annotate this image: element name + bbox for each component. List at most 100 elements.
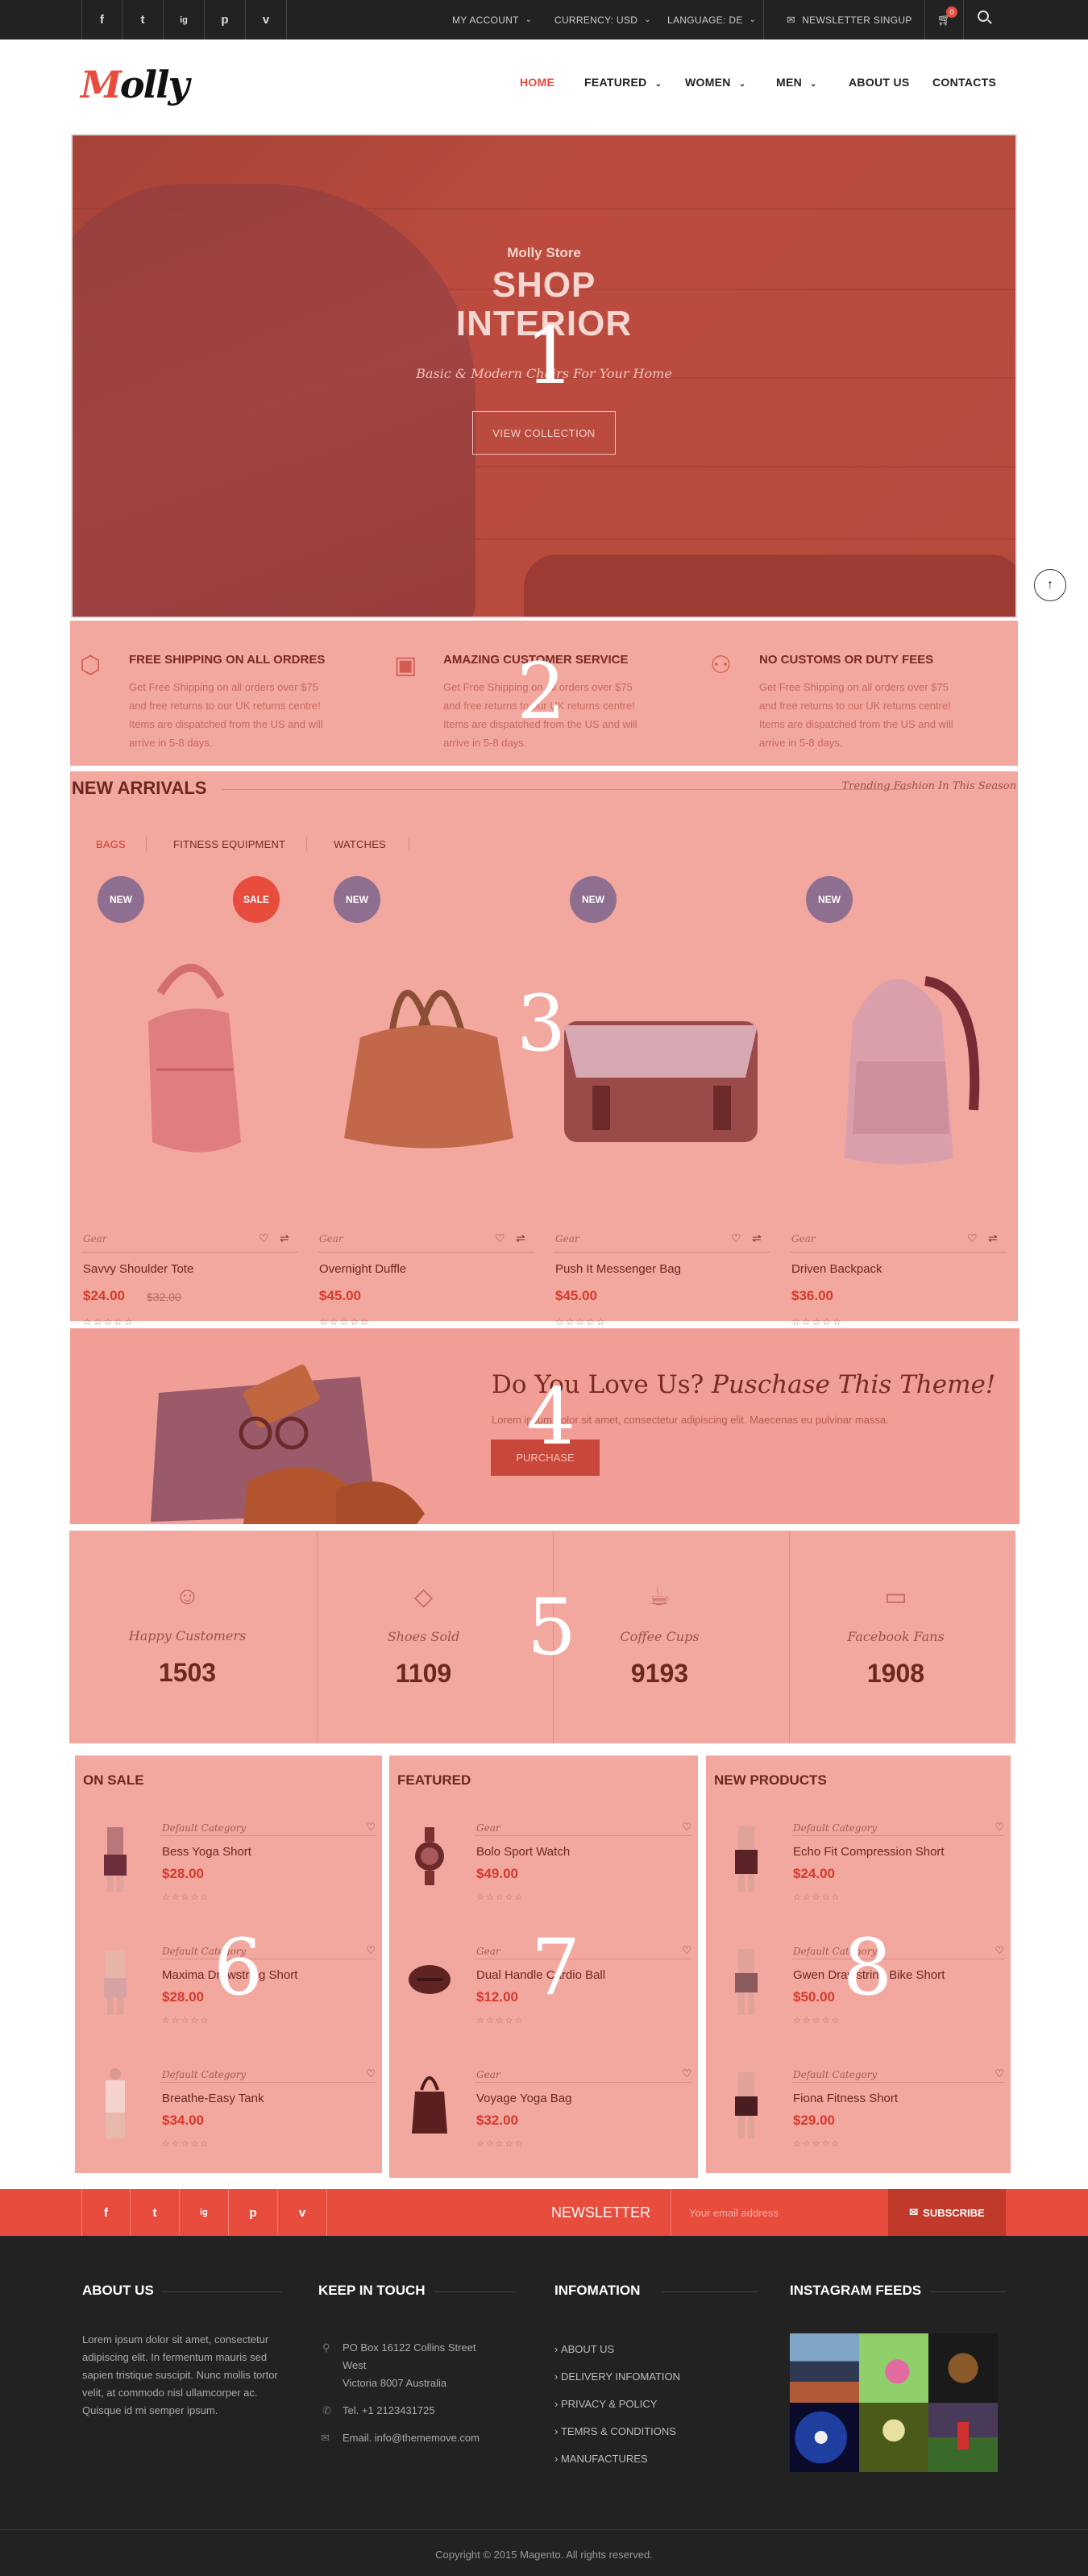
- heart-icon[interactable]: ♡: [967, 1232, 978, 1245]
- item-name[interactable]: Echo Fit Compression Short: [793, 1845, 945, 1859]
- counter-value: 1503: [158, 1658, 217, 1687]
- list-item[interactable]: Default Category ♡ Breathe-Easy Tank $34…: [75, 2064, 382, 2188]
- product-card[interactable]: NEW Gear ♡ ⇌ Push It Messenger Bag $45.0…: [544, 876, 780, 1327]
- rating-stars: ☆☆☆☆☆: [793, 1893, 841, 1902]
- compare-icon[interactable]: ⇌: [280, 1232, 289, 1245]
- heart-icon[interactable]: ♡: [366, 1944, 376, 1957]
- hero-store: Molly Store: [507, 245, 581, 260]
- footer-link[interactable]: › TEMRS & CONDITIONS: [554, 2425, 676, 2437]
- divider: [763, 0, 764, 39]
- product-card[interactable]: NEW Gear ♡ ⇌ Overnight Duffle $45.00 ☆☆☆…: [308, 876, 544, 1327]
- item-price: $28.00: [162, 1989, 204, 2005]
- view-collection-button[interactable]: VIEW COLLECTION: [472, 411, 616, 455]
- footer-link[interactable]: › DELIVERY INFOMATION: [554, 2370, 680, 2383]
- compare-icon[interactable]: ⇌: [988, 1232, 998, 1245]
- facebook-icon[interactable]: f: [81, 0, 123, 39]
- footer-link-label: MANUFACTURES: [560, 2453, 648, 2465]
- nav-women[interactable]: WOMEN ⌄: [685, 76, 745, 89]
- instagram-photo[interactable]: [790, 2403, 859, 2472]
- instagram-photo[interactable]: [928, 2333, 998, 2403]
- footer-about-text: Lorem ipsum dolor sit amet, consectetur …: [82, 2333, 278, 2416]
- heart-icon[interactable]: ♡: [259, 1232, 269, 1245]
- footer-about-title: ABOUT US: [82, 2283, 154, 2298]
- vimeo-icon[interactable]: v: [246, 0, 287, 39]
- twitter-icon[interactable]: t: [131, 2189, 180, 2236]
- footer-link[interactable]: › PRIVACY & POLICY: [554, 2398, 657, 2410]
- new-arrivals-section: NEW ARRIVALS Trending Fashion In This Se…: [70, 771, 1018, 1327]
- scroll-top-button[interactable]: ↑: [1034, 569, 1066, 601]
- product-name[interactable]: Push It Messenger Bag: [555, 1262, 681, 1276]
- coffee-icon: ☕︎: [649, 1584, 671, 1610]
- language-menu[interactable]: LANGUAGE: DE ⌄: [667, 0, 756, 39]
- heart-icon[interactable]: ♡: [995, 2067, 1004, 2080]
- tab-bags[interactable]: BAGS: [96, 838, 126, 850]
- wallet-icon: ▣: [394, 652, 417, 679]
- email-input[interactable]: Your email address: [671, 2189, 888, 2236]
- instagram-icon[interactable]: ig: [180, 2189, 229, 2236]
- features-section: ⬡ FREE SHIPPING ON ALL ORDRES Get Free S…: [70, 621, 1018, 766]
- instagram-photo[interactable]: [790, 2333, 859, 2403]
- item-name[interactable]: Fiona Fitness Short: [793, 2092, 898, 2105]
- heart-icon[interactable]: ♡: [682, 1944, 691, 1957]
- list-title: ON SALE: [83, 1772, 144, 1788]
- instagram-photo[interactable]: [928, 2403, 998, 2472]
- heart-icon[interactable]: ♡: [995, 1944, 1004, 1957]
- pinterest-icon[interactable]: p: [205, 0, 246, 39]
- product-name[interactable]: Driven Backpack: [791, 1262, 882, 1276]
- twitter-icon[interactable]: t: [123, 0, 164, 39]
- list-item[interactable]: Default Category ♡ Fiona Fitness Short $…: [706, 2064, 1011, 2188]
- product-name[interactable]: Savvy Shoulder Tote: [83, 1262, 193, 1276]
- rating-stars: ☆☆☆☆☆: [162, 1893, 210, 1902]
- subscribe-button[interactable]: ✉ SUBSCRIBE: [888, 2189, 1006, 2236]
- counter-item: ☕︎ Coffee Cups 9193: [542, 1531, 778, 1743]
- heart-icon[interactable]: ♡: [731, 1232, 741, 1245]
- currency-menu[interactable]: CURRENCY: USD ⌄: [554, 0, 651, 39]
- nav-featured[interactable]: FEATURED ⌄: [584, 76, 662, 89]
- product-card[interactable]: NEW Gear ♡ ⇌ Driven Backpack $36.00 ☆☆☆☆…: [780, 876, 1016, 1327]
- facebook-icon[interactable]: f: [81, 2189, 131, 2236]
- compare-icon[interactable]: ⇌: [752, 1232, 762, 1245]
- item-name[interactable]: Voyage Yoga Bag: [476, 2092, 571, 2105]
- hero-title-line1: SHOP: [492, 265, 596, 305]
- tab-watches[interactable]: WATCHES: [334, 838, 386, 850]
- item-name[interactable]: Bess Yoga Short: [162, 1845, 251, 1859]
- nav-men[interactable]: MEN ⌄: [776, 76, 817, 89]
- product-price: $36.00: [791, 1288, 833, 1303]
- item-price: $32.00: [476, 2113, 518, 2128]
- heart-icon[interactable]: ♡: [366, 1821, 376, 1834]
- footer-link[interactable]: › MANUFACTURES: [554, 2453, 648, 2465]
- newsletter-signup-link[interactable]: ✉ NEWSLETTER SINGUP: [787, 0, 912, 39]
- nav-about-us[interactable]: ABOUT US: [849, 76, 910, 89]
- search-icon[interactable]: [978, 10, 992, 24]
- logo[interactable]: Molly: [81, 63, 189, 106]
- item-name[interactable]: Breathe-Easy Tank: [162, 2092, 264, 2105]
- instagram-icon[interactable]: ig: [164, 0, 205, 39]
- footer-email[interactable]: Email. info@thememove.com: [343, 2429, 480, 2447]
- featured-list: FEATURED Gear ♡ Bolo Sport Watch $49.00 …: [389, 1755, 698, 2178]
- heart-icon[interactable]: ♡: [682, 2067, 691, 2080]
- footer-link[interactable]: › ABOUT US: [554, 2343, 614, 2355]
- logo-text: olly: [119, 63, 189, 106]
- heart-icon[interactable]: ♡: [366, 2067, 376, 2080]
- list-item[interactable]: Gear ♡ Voyage Yoga Bag $32.00 ☆☆☆☆☆: [389, 2064, 698, 2188]
- my-account-menu[interactable]: MY ACCOUNT ⌄: [452, 0, 532, 39]
- heart-icon[interactable]: ♡: [682, 1821, 691, 1834]
- heart-icon[interactable]: ♡: [995, 1821, 1004, 1834]
- product-image: [564, 1021, 758, 1142]
- nav-home[interactable]: HOME: [520, 76, 554, 89]
- rating-stars: ☆☆☆☆☆: [83, 1316, 135, 1327]
- compare-icon[interactable]: ⇌: [516, 1232, 525, 1245]
- heart-icon[interactable]: ♡: [495, 1232, 505, 1245]
- counter-item: ◇ Shoes Sold 1109: [305, 1531, 542, 1743]
- vimeo-icon[interactable]: v: [278, 2189, 327, 2236]
- nav-contacts[interactable]: CONTACTS: [932, 76, 996, 89]
- pinterest-icon[interactable]: p: [229, 2189, 278, 2236]
- instagram-photo[interactable]: [859, 2333, 928, 2403]
- item-name[interactable]: Bolo Sport Watch: [476, 1845, 570, 1859]
- rating-stars: ☆☆☆☆☆: [555, 1316, 607, 1327]
- instagram-photo[interactable]: [859, 2403, 928, 2472]
- chevron-down-icon: ⌄: [644, 15, 651, 24]
- tab-fitness-equipment[interactable]: FITNESS EQUIPMENT: [173, 838, 285, 850]
- product-card[interactable]: NEW SALE Gear ♡ ⇌ Savvy Shoulder Tote $2…: [72, 876, 308, 1327]
- product-name[interactable]: Overnight Duffle: [319, 1262, 406, 1276]
